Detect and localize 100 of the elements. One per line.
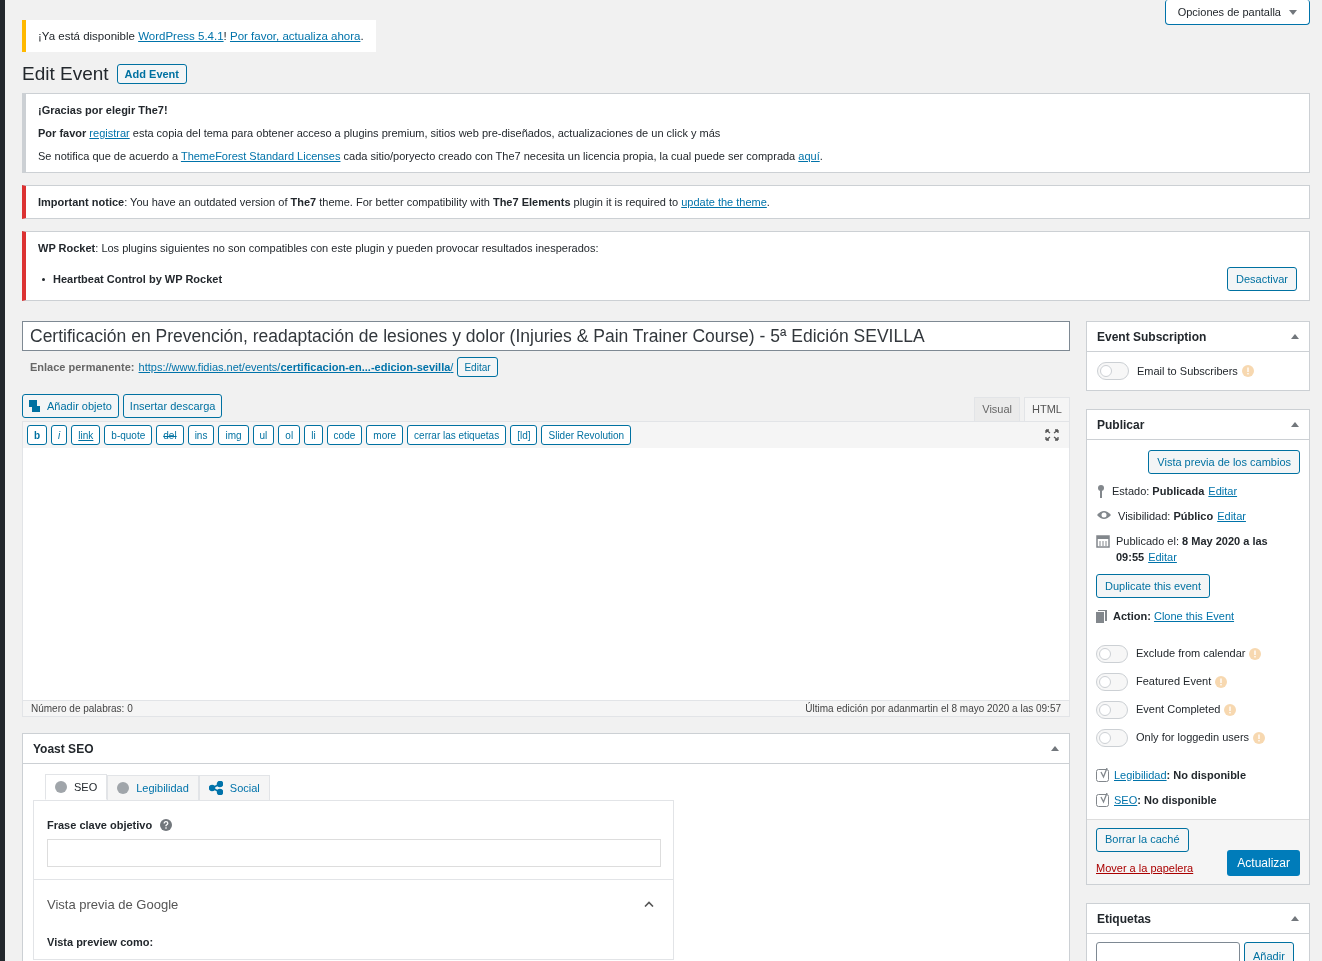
- notice-text: WP Rocket: Los plugins siguientes no son compatibles con este plugin y pueden provocar resultados inesperados:: [38, 241, 600, 255]
- toggle-switch[interactable]: [1097, 362, 1129, 380]
- link[interactable]: Clone this Event: [1153, 610, 1235, 622]
- bullet-icon: [42, 277, 45, 281]
- link[interactable]: registrar: [89, 127, 130, 139]
- yoast-icon: [1096, 793, 1110, 808]
- quicktag-button[interactable]: li: [304, 425, 323, 445]
- permalink-label: Enlace permanente:: [30, 359, 135, 375]
- quicktag-button[interactable]: code: [326, 425, 363, 445]
- quicktag-button[interactable]: more: [366, 425, 404, 445]
- quicktag-button[interactable]: b: [27, 425, 48, 445]
- trash-link[interactable]: Mover a la papelera: [1096, 859, 1194, 876]
- collapse-arrow-icon: [1291, 422, 1299, 427]
- deactivate-button[interactable]: Desactivar: [1227, 267, 1297, 291]
- quicktag-button[interactable]: Slider Revolution: [541, 425, 632, 445]
- list-item: Heartbeat Control by WP Rocket: [53, 271, 223, 287]
- add-event-button[interactable]: Add Event: [116, 64, 187, 84]
- panel-title: Publicar: [1097, 416, 1145, 434]
- status-text: Visibilidad: Público Editar: [1118, 509, 1246, 524]
- edit-permalink-button[interactable]: Editar: [457, 357, 498, 377]
- screen-options-button[interactable]: Opciones de pantalla: [1164, 0, 1310, 25]
- keyphrase-input[interactable]: [47, 838, 661, 867]
- exclamation-icon: [1249, 647, 1262, 660]
- toggle-label: Email to Subscribers: [1137, 363, 1238, 379]
- word-count: Número de palabras: 0: [31, 702, 133, 716]
- quicktag-button[interactable]: link: [71, 425, 101, 445]
- last-edit-text: Última edición por adanmartin el 8 mayo 2020 a las 09:57: [805, 701, 1061, 716]
- circle-icon: [117, 782, 130, 794]
- title-input[interactable]: Certificación en Prevención, readaptación de lesiones y dolor (Injuries & Pain Trainer Course) - 5ª Edición SEVILLA: [22, 321, 1070, 351]
- toggle-label: Featured Event: [1136, 674, 1212, 690]
- yoast-icon: [1096, 767, 1110, 782]
- panel-title: Yoast SEO: [33, 740, 94, 758]
- quicktag-button[interactable]: ol: [278, 425, 301, 445]
- permalink-link[interactable]: https://www.fidias.net/events/certificacion-en...-edicion-sevilla/: [138, 358, 454, 376]
- link[interactable]: aquí: [798, 150, 820, 162]
- link[interactable]: Editar: [1217, 510, 1246, 522]
- link[interactable]: update the theme: [681, 196, 767, 208]
- eye-icon: [1096, 509, 1112, 521]
- seo-tab[interactable]: Social: [198, 775, 270, 801]
- field-label: Frase clave objetivo: [47, 818, 153, 833]
- share-icon: [208, 781, 223, 795]
- clear-cache-button[interactable]: Borrar la caché: [1096, 827, 1189, 852]
- action-text: Action: Clone this Event: [1113, 609, 1235, 624]
- quicktag-button[interactable]: b-quote: [104, 425, 153, 445]
- notice-text: Por favor registrar esta copia del tema para obtener acceso a plugins premium, sitios web pre-diseñados, actualizaciones de un click y más: [38, 126, 722, 140]
- seo-status-text: Legibilidad: No disponible: [1114, 767, 1247, 783]
- calendar-icon: [1096, 534, 1110, 548]
- quicktag-button[interactable]: del: [156, 425, 184, 445]
- preview-changes-button[interactable]: Vista previa de los cambios: [1148, 450, 1300, 474]
- toggle-label: Only for loggedin users: [1136, 730, 1250, 746]
- notice-text: Se notifica que de acuerdo a ThemeForest Standard Licenses cada sitio/poryecto creado con The7 necesita un licencia propia, la cual puede ser comprada aquí.: [38, 149, 824, 163]
- collapse-arrow-icon: [1051, 746, 1059, 751]
- toggle-switch[interactable]: [1096, 700, 1128, 719]
- chevron-up-icon: [644, 901, 654, 908]
- panel-title: Etiquetas: [1097, 910, 1151, 928]
- toggle-switch[interactable]: [1096, 728, 1128, 747]
- fullscreen-icon: [1045, 429, 1059, 441]
- exclamation-icon: [1215, 675, 1228, 688]
- pin-icon: [1096, 484, 1106, 498]
- link[interactable]: ThemeForest Standard Licenses: [180, 150, 341, 162]
- collapse-arrow-icon: [1291, 334, 1299, 339]
- quicktag-button[interactable]: img: [218, 425, 249, 445]
- exclamation-icon: [1224, 703, 1237, 716]
- toggle-switch[interactable]: [1096, 672, 1128, 691]
- notice-text: Important notice: You have an outdated version of The7 theme. For better compatibility with The7 Elements plugin it is required to update the theme.: [38, 195, 771, 209]
- exclamation-icon: [1253, 731, 1266, 744]
- seo-tab[interactable]: SEO: [45, 774, 108, 800]
- media-icon: [29, 400, 43, 412]
- quicktag-button[interactable]: ul: [252, 425, 275, 445]
- panel-title: Event Subscription: [1097, 328, 1207, 346]
- quicktag-button[interactable]: ins: [187, 425, 215, 445]
- add-media-button[interactable]: Añadir objeto: [22, 394, 119, 418]
- duplicate-button[interactable]: Duplicate this event: [1096, 574, 1210, 598]
- link[interactable]: Legibilidad: [1114, 768, 1167, 781]
- caret-icon: [1289, 9, 1297, 15]
- editor-tab[interactable]: Visual: [974, 397, 1021, 421]
- link[interactable]: Editar: [1208, 485, 1238, 497]
- toggle-switch[interactable]: [1096, 644, 1128, 663]
- add-tag-button[interactable]: Añadir: [1244, 942, 1294, 961]
- toggle-label: Exclude from calendar: [1136, 646, 1246, 662]
- status-text: Estado: Publicada Editar: [1112, 484, 1238, 499]
- link[interactable]: Editar: [1148, 551, 1177, 563]
- status-text: Publicado el: 8 May 2020 a las 09:55 Editar: [1116, 534, 1269, 565]
- section-heading: Vista previa de Google: [47, 895, 179, 914]
- quicktag-button[interactable]: cerrar las etiquetas: [407, 425, 507, 445]
- seo-tab[interactable]: Legibilidad: [107, 775, 199, 801]
- seo-status-text: SEO: No disponible: [1114, 793, 1217, 808]
- field-label: Vista preview como:: [47, 935, 155, 950]
- link[interactable]: WordPress 5.4.1: [138, 30, 224, 42]
- circle-icon: [55, 781, 67, 793]
- exclamation-icon: [1241, 365, 1254, 377]
- copy-icon: [1096, 609, 1107, 623]
- page-title: Edit Event: [22, 61, 109, 86]
- quicktag-button[interactable]: [ld]: [510, 425, 538, 445]
- quicktag-button[interactable]: i: [51, 425, 68, 445]
- collapse-arrow-icon: [1291, 916, 1299, 921]
- update-button[interactable]: Actualizar: [1227, 850, 1300, 876]
- editor-tab[interactable]: HTML: [1024, 397, 1070, 421]
- notice-text: ¡Gracias por elegir The7!: [38, 103, 169, 117]
- insert-download-button[interactable]: Insertar descarga: [122, 394, 223, 418]
